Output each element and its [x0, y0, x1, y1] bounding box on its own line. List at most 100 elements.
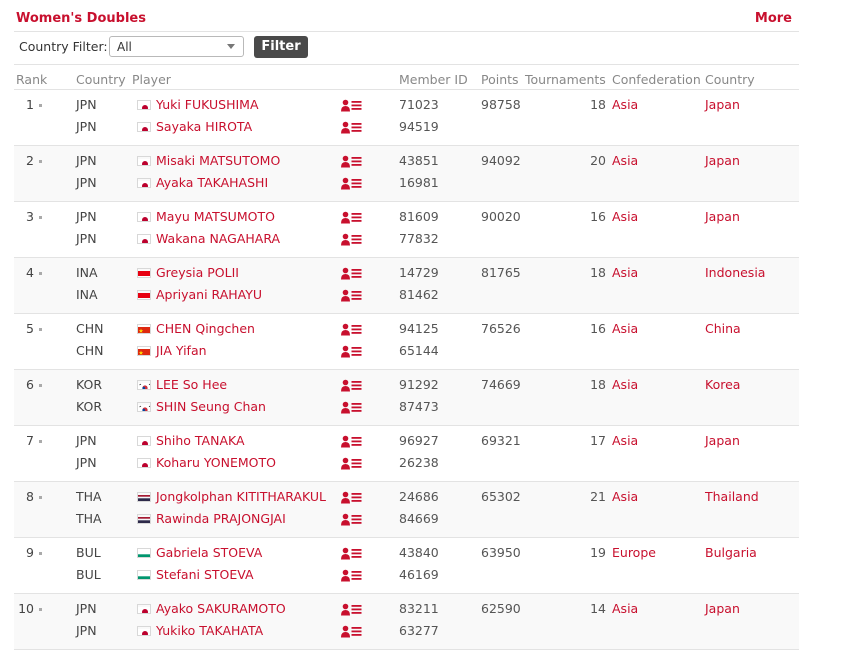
player-name-link[interactable]: Sayaka HIROTA	[156, 119, 252, 134]
filter-button[interactable]: Filter	[254, 36, 308, 58]
player-profile-icon[interactable]	[341, 155, 363, 171]
player-name-link[interactable]: CHEN Qingchen	[156, 321, 255, 336]
col-header-country[interactable]: Country	[76, 72, 126, 87]
confederation-link[interactable]: Asia	[612, 153, 638, 168]
rank-cell: 5	[14, 321, 42, 336]
confederation-link[interactable]: Asia	[612, 265, 638, 280]
chevron-down-icon	[227, 44, 235, 49]
player-profile-icon[interactable]	[341, 401, 363, 417]
confederation-link[interactable]: Asia	[612, 321, 638, 336]
country-code: JPN	[76, 153, 97, 168]
country-link[interactable]: China	[705, 321, 741, 336]
player-profile-icon[interactable]	[341, 491, 363, 507]
table-row: 6 KOR LEE So Hee 91292 KOR SHIN Seung Chan 874…	[14, 370, 799, 426]
confederation-link[interactable]: Europe	[612, 545, 656, 560]
player-profile-icon[interactable]	[341, 547, 363, 563]
rank-cell: 8	[14, 489, 42, 504]
row-divider	[14, 649, 799, 650]
player-profile-icon[interactable]	[341, 625, 363, 641]
table-row: 7 JPN Shiho TANAKA 96927 JPN Koharu YONEMOTO 2…	[14, 426, 799, 482]
col-header-points[interactable]: Points	[481, 72, 519, 87]
confederation-link[interactable]: Asia	[612, 489, 638, 504]
confederation-link[interactable]: Asia	[612, 377, 638, 392]
player-profile-icon[interactable]	[341, 267, 363, 283]
member-id: 46169	[399, 567, 439, 582]
player-profile-icon[interactable]	[341, 513, 363, 529]
col-header-member-id[interactable]: Member ID	[399, 72, 468, 87]
tournaments-value: 17	[590, 433, 606, 448]
points-value: 65302	[481, 489, 521, 504]
country-code: JPN	[76, 433, 97, 448]
col-header-rank[interactable]: Rank	[16, 72, 47, 87]
country-link[interactable]: Thailand	[705, 489, 759, 504]
player-name-link[interactable]: Shiho TANAKA	[156, 433, 245, 448]
player-name-link[interactable]: Koharu YONEMOTO	[156, 455, 276, 470]
player-name-link[interactable]: Mayu MATSUMOTO	[156, 209, 275, 224]
country-link[interactable]: Japan	[705, 601, 740, 616]
player-profile-icon[interactable]	[341, 177, 363, 193]
rank-bullet-icon	[39, 216, 42, 219]
player-profile-icon[interactable]	[341, 345, 363, 361]
player-profile-icon[interactable]	[341, 289, 363, 305]
player-name-link[interactable]: Misaki MATSUTOMO	[156, 153, 280, 168]
confederation-link[interactable]: Asia	[612, 601, 638, 616]
member-id: 16981	[399, 175, 439, 190]
country-link[interactable]: Japan	[705, 209, 740, 224]
player-name-link[interactable]: Stefani STOEVA	[156, 567, 254, 582]
tournaments-value: 16	[590, 209, 606, 224]
flag-icon	[137, 122, 151, 132]
player-profile-icon[interactable]	[341, 379, 363, 395]
player-name-link[interactable]: Gabriela STOEVA	[156, 545, 262, 560]
player-name-link[interactable]: Jongkolphan KITITHARAKUL	[156, 489, 326, 504]
player-profile-icon[interactable]	[341, 435, 363, 451]
flag-icon	[137, 212, 151, 222]
player-name-link[interactable]: Greysia POLII	[156, 265, 239, 280]
country-code: JPN	[76, 97, 97, 112]
player-profile-icon[interactable]	[341, 99, 363, 115]
member-id: 96927	[399, 433, 439, 448]
player-profile-icon[interactable]	[341, 323, 363, 339]
member-id: 81609	[399, 209, 439, 224]
country-link[interactable]: Korea	[705, 377, 740, 392]
player-name-link[interactable]: Yuki FUKUSHIMA	[156, 97, 259, 112]
player-name-link[interactable]: Wakana NAGAHARA	[156, 231, 280, 246]
country-link[interactable]: Japan	[705, 433, 740, 448]
country-code: JPN	[76, 119, 97, 134]
confederation-link[interactable]: Asia	[612, 433, 638, 448]
more-link[interactable]: More	[755, 11, 792, 26]
player-name-link[interactable]: SHIN Seung Chan	[156, 399, 266, 414]
table-row: 3 JPN Mayu MATSUMOTO 81609 JPN Wakana NAGAHAR…	[14, 202, 799, 258]
player-profile-icon[interactable]	[341, 457, 363, 473]
country-link[interactable]: Japan	[705, 97, 740, 112]
player-name-link[interactable]: LEE So Hee	[156, 377, 227, 392]
country-code: JPN	[76, 209, 97, 224]
player-name-link[interactable]: Ayako SAKURAMOTO	[156, 601, 286, 616]
player-profile-icon[interactable]	[341, 603, 363, 619]
confederation-link[interactable]: Asia	[612, 209, 638, 224]
col-header-tournaments[interactable]: Tournaments	[525, 72, 606, 87]
player-profile-icon[interactable]	[341, 569, 363, 585]
country-link[interactable]: Japan	[705, 153, 740, 168]
player-name-link[interactable]: Ayaka TAKAHASHI	[156, 175, 268, 190]
member-id: 43851	[399, 153, 439, 168]
country-link[interactable]: Bulgaria	[705, 545, 757, 560]
col-header-confederation[interactable]: Confederation	[612, 72, 701, 87]
country-link[interactable]: Indonesia	[705, 265, 765, 280]
member-id: 91292	[399, 377, 439, 392]
col-header-country-name[interactable]: Country	[705, 72, 755, 87]
col-header-player[interactable]: Player	[132, 72, 171, 87]
player-name-link[interactable]: Apriyani RAHAYU	[156, 287, 262, 302]
country-code: KOR	[76, 399, 103, 414]
player-profile-icon[interactable]	[341, 121, 363, 137]
player-name-link[interactable]: JIA Yifan	[156, 343, 207, 358]
points-value: 81765	[481, 265, 521, 280]
player-name-link[interactable]: Yukiko TAKAHATA	[156, 623, 263, 638]
country-code: INA	[76, 265, 98, 280]
player-profile-icon[interactable]	[341, 211, 363, 227]
country-filter-select[interactable]: All	[109, 36, 244, 57]
player-name-link[interactable]: Rawinda PRAJONGJAI	[156, 511, 286, 526]
country-code: JPN	[76, 455, 97, 470]
rank-cell: 3	[14, 209, 42, 224]
player-profile-icon[interactable]	[341, 233, 363, 249]
confederation-link[interactable]: Asia	[612, 97, 638, 112]
